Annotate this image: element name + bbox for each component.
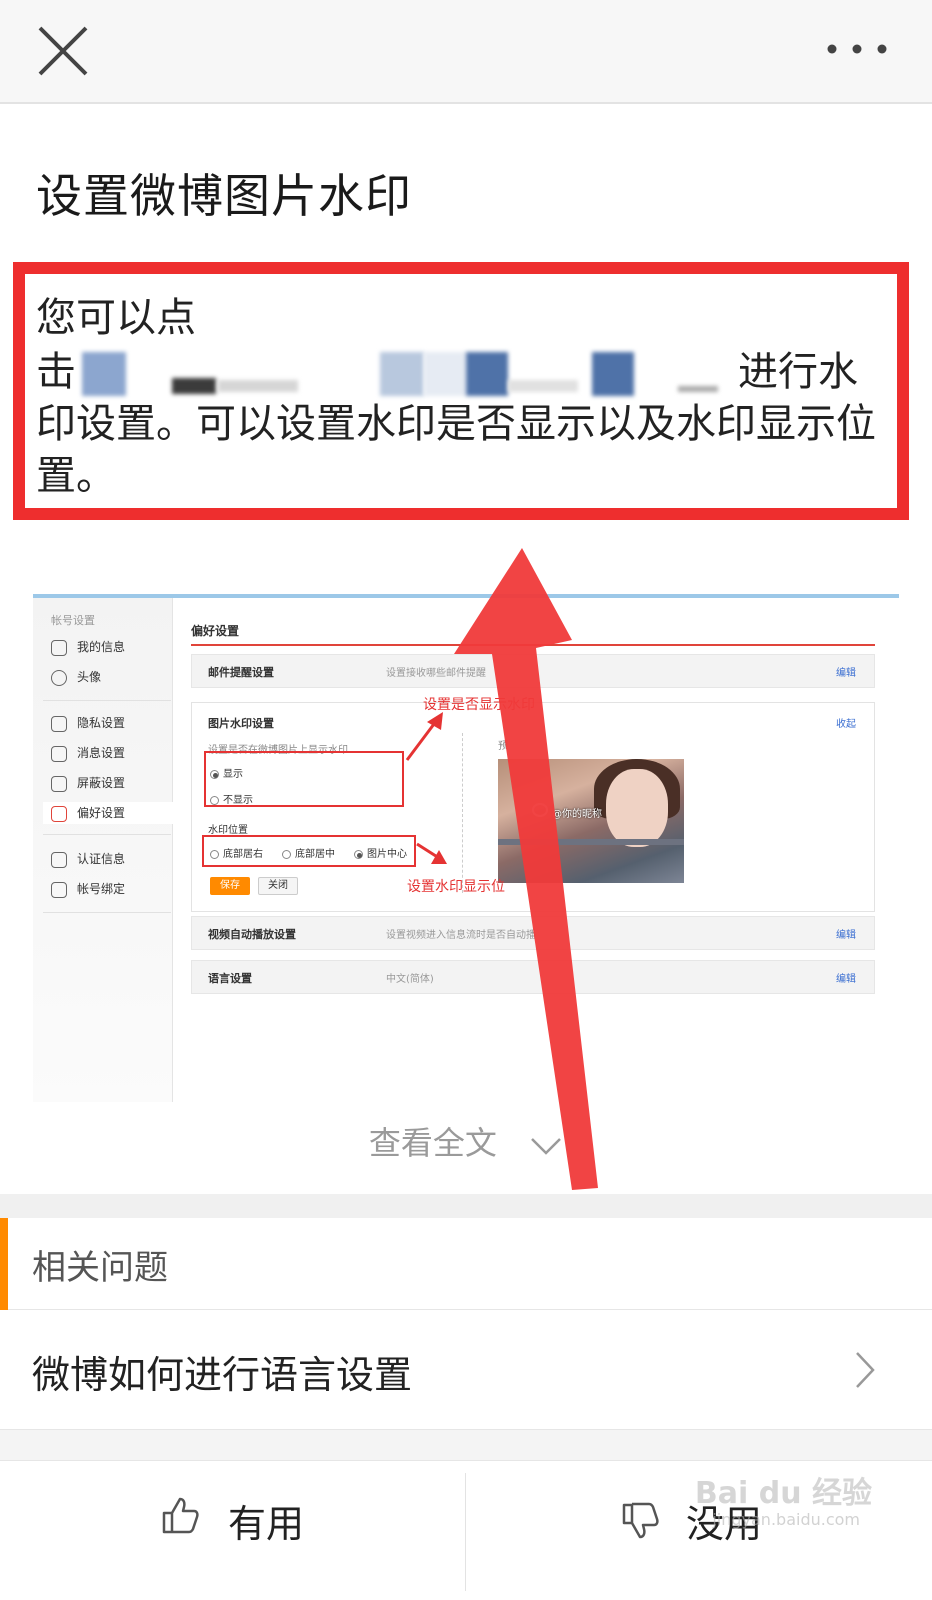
sidebar-item-block: 屏蔽设置	[51, 772, 125, 794]
sidebar-item-verify: 认证信息	[51, 848, 125, 870]
sidebar-item-preferences: 偏好设置	[43, 802, 175, 824]
shield-icon	[51, 775, 67, 792]
settings-screenshot: 帐号设置 我的信息 头像 隐私设置 消息设置 屏蔽设置 偏好设置 认证信息 帐号…	[33, 594, 899, 1102]
section-gap	[0, 1430, 932, 1460]
related-item-label: 微博如何进行语言设置	[32, 1353, 413, 1397]
chevron-right-icon	[854, 1350, 876, 1394]
row-email-reminder: 邮件提醒设置 设置接收哪些邮件提醒 编辑	[191, 654, 875, 688]
preview-photo: @你的昵称	[498, 759, 684, 883]
blurred-block	[380, 352, 424, 396]
view-all-button[interactable]: 查看全文	[0, 1118, 932, 1164]
sidebar-item-avatar: 头像	[51, 666, 101, 688]
preview-label: 预	[498, 741, 508, 752]
title-rule	[191, 644, 875, 646]
intro-line-1: 您可以点	[36, 295, 196, 341]
sidebar-item-bind: 帐号绑定	[51, 878, 125, 900]
close-icon[interactable]	[34, 22, 92, 80]
save-button: 保存	[210, 877, 250, 895]
blurred-block	[508, 380, 578, 392]
weibo-icon	[532, 803, 548, 817]
useful-button[interactable]: 有用	[0, 1461, 465, 1600]
user-link-icon	[51, 881, 67, 898]
top-bar	[0, 0, 932, 104]
view-all-label: 查看全文	[368, 1124, 497, 1162]
sidebar-item-messages: 消息设置	[51, 742, 125, 764]
more-dots-icon[interactable]	[822, 34, 892, 64]
envelope-icon	[51, 745, 67, 762]
watermark-settings-panel: 图片水印设置 收起 设置是否在微博图片上显示水印 显示 不显示 水印位置 底部居…	[191, 702, 875, 912]
user-icon	[51, 639, 67, 656]
sidebar-divider	[43, 912, 171, 913]
avatar-icon	[51, 669, 67, 686]
sidebar-divider	[43, 700, 171, 701]
baidu-jingyan-watermark: Bai du 经验	[694, 1476, 872, 1511]
intro-line-2-end: 进行水	[738, 349, 858, 395]
related-header: 相关问题	[0, 1218, 932, 1310]
blurred-block	[218, 380, 298, 392]
settings-sidebar: 帐号设置 我的信息 头像 隐私设置 消息设置 屏蔽设置 偏好设置 认证信息 帐号…	[33, 598, 175, 1102]
dashed-divider	[462, 733, 463, 893]
annotation-box-show	[204, 751, 404, 807]
sidebar-divider	[43, 834, 171, 835]
blurred-block	[82, 352, 126, 396]
preferences-title: 偏好设置	[191, 624, 240, 638]
sidebar-head: 帐号设置	[51, 614, 95, 627]
chevron-down-icon	[529, 1126, 563, 1164]
blurred-block	[424, 352, 466, 396]
photo-rail	[498, 839, 684, 845]
sidebar-item-privacy: 隐私设置	[51, 712, 125, 734]
intro-line-3: 印设置。可以设置水印是否显示以及水印显示位	[36, 401, 876, 447]
related-item[interactable]: 微博如何进行语言设置	[0, 1310, 932, 1430]
blurred-block	[466, 352, 508, 396]
useful-label: 有用	[228, 1502, 305, 1546]
user-verified-icon	[51, 851, 67, 868]
thumbs-up-icon	[160, 1495, 200, 1539]
annotation-arrow-down	[416, 842, 447, 864]
page-title: 设置微博图片水印	[36, 169, 412, 223]
collapse-link: 收起	[836, 719, 856, 730]
annotation-box-position	[202, 835, 416, 867]
blurred-block	[592, 352, 634, 396]
close-button: 关闭	[258, 877, 298, 895]
heart-icon	[51, 805, 67, 822]
intro-line-2: 击 进行水	[36, 344, 886, 400]
intro-line-4: 置。	[36, 453, 116, 499]
row-video-autoplay: 视频自动播放设置 设置视频进入信息流时是否自动播 编辑	[191, 916, 875, 950]
settings-main: 偏好设置 邮件提醒设置 设置接收哪些邮件提醒 编辑 图片水印设置 收起 设置是否…	[191, 598, 891, 1102]
blurred-block	[678, 386, 718, 392]
accent-bar	[0, 1218, 8, 1310]
position-label: 水印位置	[208, 825, 248, 836]
blurred-block	[172, 378, 216, 394]
sidebar-item-my-info: 我的信息	[51, 636, 125, 658]
section-gap	[0, 1194, 932, 1218]
thumbs-down-icon	[620, 1501, 660, 1545]
annotation-arrow-up	[405, 712, 443, 761]
annotation-position: 设置水印显示位	[407, 879, 505, 895]
watermark-title: 图片水印设置	[208, 717, 274, 730]
watermark-preview-text: @你的昵称	[552, 809, 602, 820]
row-language: 语言设置 中文(简体) 编辑	[191, 960, 875, 994]
related-title: 相关问题	[32, 1248, 168, 1288]
intro-line-2-start: 击	[36, 349, 76, 395]
baidu-jingyan-url: jingyan.baidu.com	[712, 1510, 860, 1529]
photo-face	[606, 769, 668, 847]
lock-icon	[51, 715, 67, 732]
